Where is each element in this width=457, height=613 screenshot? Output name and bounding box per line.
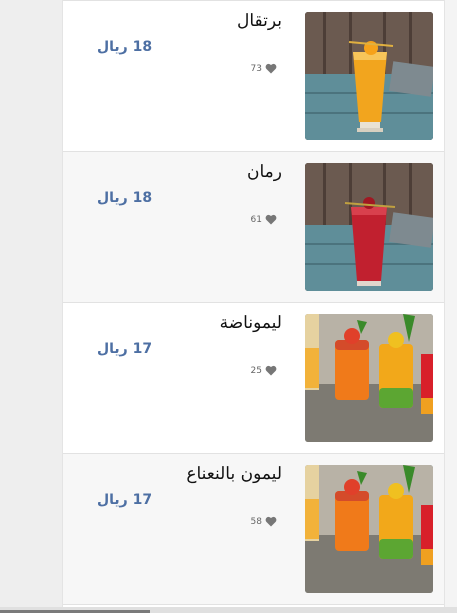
item-price: 18 ريال [97,190,153,206]
likes-count: 58 [250,516,262,527]
left-gutter [0,0,62,613]
item-photo[interactable] [305,163,433,291]
likes-count: 61 [250,214,262,225]
item-photo[interactable] [305,314,433,442]
assorted-juices-image [305,314,433,442]
item-name: رمان [247,162,282,182]
menu-item-orange[interactable]: برتقال 73 18 ريال [63,0,444,152]
item-photo[interactable] [305,12,433,140]
likes[interactable]: 61 [251,214,277,225]
likes[interactable]: 73 [251,63,277,74]
heart-icon [265,516,277,527]
item-price: 17 ريال [97,341,153,357]
menu-list: برتقال 73 18 ريال رمان 61 18 ريال ليمونا… [62,0,445,613]
item-name: ليموناضة [219,313,282,333]
heart-icon [265,63,277,74]
menu-item-pomegranate[interactable]: رمان 61 18 ريال [63,152,444,303]
menu-item-lemonade[interactable]: ليموناضة 25 17 ريال [63,303,444,454]
likes[interactable]: 25 [251,365,277,376]
menu-item-lemon-mint[interactable]: ليمون بالنعناع 58 17 ريال [63,454,444,605]
item-photo[interactable] [305,465,433,593]
item-name: ليمون بالنعناع [186,464,282,484]
scrollbar-track[interactable] [445,0,457,613]
item-price: 18 ريال [97,39,153,55]
item-name: برتقال [237,11,282,31]
orange-juice-image [305,12,433,140]
item-price: 17 ريال [97,492,153,508]
likes-count: 73 [250,63,262,74]
assorted-juices-image [305,465,433,593]
heart-icon [265,365,277,376]
pomegranate-juice-image [305,163,433,291]
heart-icon [265,214,277,225]
likes-count: 25 [250,365,262,376]
likes[interactable]: 58 [251,516,277,527]
